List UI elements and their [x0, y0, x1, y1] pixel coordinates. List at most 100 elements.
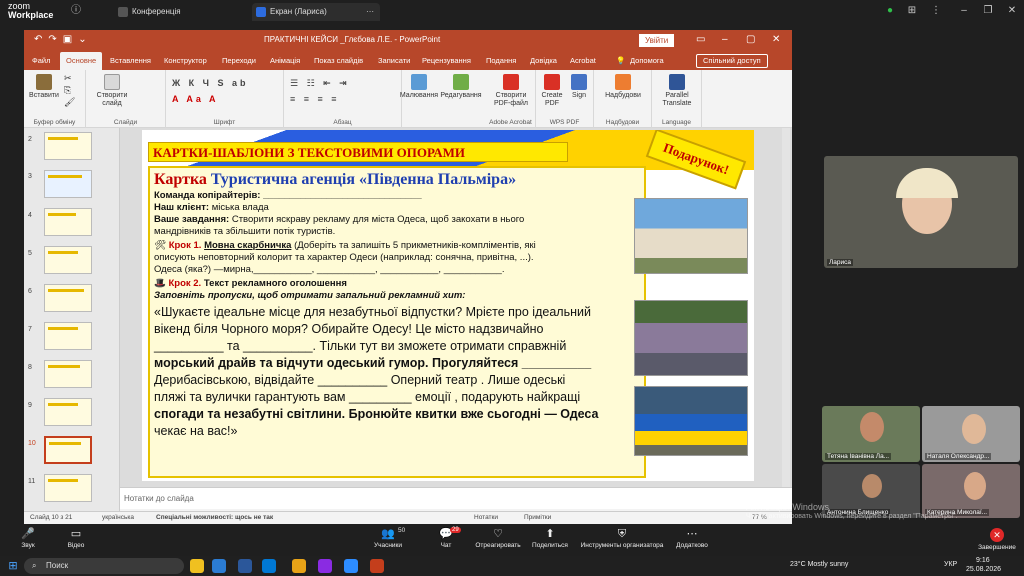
tab-screen-share[interactable]: Екран (Лариса) ⋯ — [252, 3, 380, 21]
ribbon-options-icon[interactable]: ▭ — [696, 34, 705, 45]
quick-access-toolbar[interactable]: ↶↷▣⌄ — [34, 34, 93, 45]
clock-date[interactable]: 25.08.2026 — [966, 566, 1001, 573]
ppt-maximize-icon[interactable]: ▢ — [746, 34, 755, 45]
ppt-close-icon[interactable]: ✕ — [772, 34, 780, 45]
taskbar-search[interactable]: ⌕ Поиск — [24, 558, 184, 574]
chat-badge: 29 — [450, 527, 461, 533]
paste-button[interactable]: Вставити — [28, 74, 60, 100]
settings-icon[interactable]: ⋮ — [930, 5, 942, 17]
end-meeting-button[interactable]: ✕ Завершение — [974, 526, 1020, 551]
slide-thumbnail[interactable] — [44, 208, 92, 236]
ppt-minimize-icon[interactable]: – — [722, 34, 728, 45]
close-icon[interactable]: ✕ — [1006, 5, 1018, 17]
grid-icon[interactable]: ⊞ — [906, 5, 918, 17]
copy-icon[interactable]: ⎘ — [64, 86, 71, 95]
folder-icon[interactable] — [292, 559, 306, 573]
tab-file[interactable]: Файл — [32, 52, 50, 70]
create-pdf-file-button[interactable]: Створити PDF-файл — [490, 74, 532, 108]
slide-thumbnail[interactable] — [44, 398, 92, 426]
powerpoint-icon[interactable] — [370, 559, 384, 573]
list-controls[interactable]: ☰ ☷ ⇤ ⇥ — [290, 78, 350, 89]
signin-button[interactable]: Увійти — [639, 34, 675, 47]
tab-insert[interactable]: Вставлення — [110, 52, 151, 70]
current-slide[interactable]: КАРТКИ-ШАБЛОНИ З ТЕКСТОВИМИ ОПОРАМИ Пода… — [142, 130, 754, 481]
language-indicator[interactable]: українська — [102, 514, 134, 521]
task-line: Ваше завдання: Створити яскраву рекламу … — [154, 214, 525, 225]
tab-slideshow[interactable]: Показ слайдів — [314, 52, 363, 70]
ad-line: «Шукаєте ідеальне місце для незабутньої … — [154, 305, 591, 319]
slide-thumbnail[interactable] — [44, 360, 92, 388]
participant-video[interactable]: Наталя Олександр... — [922, 406, 1020, 462]
maximize-icon[interactable]: ❐ — [982, 5, 994, 17]
slide-thumbnail[interactable] — [44, 170, 92, 198]
editing-button[interactable]: Редагування — [436, 74, 486, 100]
more-button[interactable]: ⋯ Додатково — [664, 526, 720, 549]
presenter-video[interactable]: Лариса — [824, 156, 1018, 268]
tab-help[interactable]: Довідка — [530, 52, 557, 70]
viber-icon[interactable] — [318, 559, 332, 573]
copilot-icon[interactable] — [212, 559, 226, 573]
format-painter-icon[interactable]: 🖌 — [64, 98, 75, 107]
step2-hint: Заповніть пропуски, щоб отримати запальн… — [154, 290, 466, 301]
group-language: Parallel Translate Language — [652, 70, 702, 128]
slide-thumbnail[interactable] — [44, 322, 92, 350]
react-button[interactable]: ♡ Отреагировать — [470, 526, 526, 549]
video-button[interactable]: ▭ Відео — [48, 526, 104, 549]
shield-icon[interactable]: ● — [884, 5, 896, 17]
tab-assist[interactable]: Допомога — [630, 52, 664, 70]
tab-review[interactable]: Рецензування — [422, 52, 471, 70]
ribbon: Вставити ✂ ⎘ 🖌 Буфер обміну Створити сла… — [24, 70, 792, 128]
comments-toggle[interactable]: Примітки — [524, 514, 551, 521]
more-icon[interactable]: ⋯ — [366, 3, 374, 21]
slide-thumbnail[interactable] — [44, 284, 92, 312]
align-controls[interactable]: ≡ ≡ ≡ ≡ — [290, 94, 340, 104]
minimize-icon[interactable]: – — [958, 5, 970, 17]
clock-time[interactable]: 9:16 — [976, 557, 990, 564]
tab-design[interactable]: Конструктор — [164, 52, 207, 70]
start-icon[interactable]: ⊞ — [6, 559, 20, 573]
info-icon[interactable]: ⓘ — [70, 5, 82, 17]
document-title: ПРАКТИЧНІ КЕЙСИ _Глєбова Л.Е. - PowerPoi… — [264, 35, 441, 44]
sign-button[interactable]: Sign — [566, 74, 592, 100]
slide-thumbnail[interactable] — [44, 246, 92, 274]
tab-record[interactable]: Записати — [378, 52, 410, 70]
tab-transitions[interactable]: Переходи — [222, 52, 256, 70]
font-color-controls[interactable]: A Aa A — [172, 94, 219, 104]
participant-video[interactable]: Тетяна Іванівна Ла... — [822, 406, 920, 462]
cut-icon[interactable]: ✂ — [64, 74, 72, 83]
tab-home[interactable]: Основне — [60, 52, 103, 70]
weather[interactable]: 23°C Mostly sunny — [790, 561, 848, 568]
tab-animation[interactable]: Анімація — [270, 52, 300, 70]
slide-thumbnail[interactable] — [44, 132, 92, 160]
store-icon[interactable] — [262, 559, 276, 573]
share-button[interactable]: Спільний доступ — [696, 54, 768, 68]
input-language[interactable]: УКР — [944, 561, 957, 568]
participants-button[interactable]: 👥 Учасники — [360, 526, 416, 549]
group-paragraph: ☰ ☷ ⇤ ⇥ ≡ ≡ ≡ ≡ Абзац — [284, 70, 402, 128]
explorer-icon[interactable] — [190, 559, 204, 573]
street-photo — [634, 300, 748, 376]
word-icon[interactable] — [238, 559, 252, 573]
host-tools-button[interactable]: ⛨ Инструменты организатора — [580, 526, 664, 549]
zoom-icon[interactable] — [344, 559, 358, 573]
vertical-scrollbar[interactable] — [782, 128, 790, 487]
notes-toggle[interactable]: Нотатки — [474, 514, 498, 521]
notes-pane[interactable]: Нотатки до слайда — [120, 487, 792, 509]
accessibility-status[interactable]: Спеціальні можливості: щось не так — [156, 514, 273, 521]
parallel-translate-button[interactable]: Parallel Translate — [656, 74, 698, 108]
tab-view[interactable]: Подання — [486, 52, 516, 70]
slide-thumbnail-current[interactable] — [44, 436, 92, 464]
addins-button[interactable]: Надбудови — [598, 74, 648, 100]
chat-button[interactable]: 💬 Чат — [418, 526, 474, 549]
new-slide-button[interactable]: Створити слайд — [92, 74, 132, 108]
create-pdf-button[interactable]: Create PDF — [538, 74, 566, 108]
share-screen-button[interactable]: ⬆ Поделиться — [522, 526, 578, 549]
tab-acrobat[interactable]: Acrobat — [570, 52, 596, 70]
task-line-2: мандрівників та збільшити потік туристів… — [154, 226, 336, 237]
tab-conference[interactable]: Конференція — [114, 3, 244, 21]
font-format-controls[interactable]: Ж К Ч S ab — [172, 78, 248, 88]
slide-thumbnails-pane: 2 3 4 5 6 7 8 9 10 11 — [24, 128, 120, 511]
slide-thumbnail[interactable] — [44, 474, 92, 502]
card-title: Картка Туристична агенція «Південна Паль… — [154, 171, 517, 188]
ad-line: пляжі та вулички гарантують вам ________… — [154, 390, 581, 404]
